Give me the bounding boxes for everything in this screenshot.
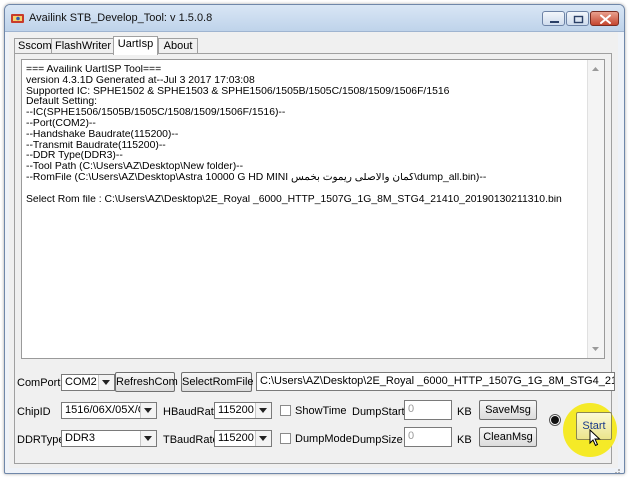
- dumpmode-label: DumpMode: [295, 433, 352, 445]
- chipid-dropdown[interactable]: [140, 403, 156, 418]
- tab-uartisp[interactable]: UartIsp: [113, 36, 158, 55]
- select-rom-button[interactable]: SelectRomFile: [181, 372, 254, 392]
- chevron-down-icon: [144, 436, 152, 441]
- ddrtype-dropdown[interactable]: [140, 431, 156, 446]
- ddrtype-label: DDRType: [17, 434, 65, 446]
- tab-flashwriter[interactable]: FlashWriter: [51, 38, 114, 54]
- log-line: --DDR Type(DDR3)--: [26, 151, 123, 162]
- mouse-pointer-icon: [589, 429, 601, 447]
- log-line: --IC(SPHE1506/1505B/1505C/1508/1509/1506…: [26, 108, 286, 119]
- log-line: --Port(COM2)--: [26, 118, 96, 129]
- chevron-down-icon: [259, 408, 267, 413]
- tbaud-select[interactable]: 115200: [214, 430, 272, 447]
- showtime-checkbox[interactable]: [280, 405, 291, 416]
- minimize-icon: [550, 21, 559, 23]
- comport-value: COM2: [65, 376, 97, 388]
- tab-sscom[interactable]: Sscom: [14, 38, 52, 54]
- log-line: Default Setting:: [26, 97, 98, 108]
- hbaud-label: HBaudRate: [163, 406, 220, 418]
- chipid-select[interactable]: 1516/06X/05X/C: [61, 402, 157, 419]
- scroll-up-icon[interactable]: [591, 66, 600, 72]
- title-bar[interactable]: Availink STB_Develop_Tool: v 1.5.0.8: [5, 5, 624, 32]
- ddrtype-value: DDR3: [65, 432, 95, 444]
- showtime-label: ShowTime: [295, 405, 347, 417]
- clean-msg-button[interactable]: CleanMsg: [479, 427, 537, 447]
- comport-dropdown[interactable]: [98, 375, 114, 390]
- close-button[interactable]: [590, 11, 619, 26]
- rom-path-field[interactable]: C:\Users\AZ\Desktop\2E_Royal _6000_HTTP_…: [256, 372, 615, 391]
- dumpmode-checkbox[interactable]: [280, 433, 291, 444]
- app-icon: [11, 14, 24, 23]
- log-textarea[interactable]: === Availink UartISP Tool=== version 4.3…: [21, 59, 605, 359]
- kb-label: KB: [457, 434, 472, 446]
- dumpsize-value: 0: [408, 430, 415, 442]
- dumpstart-field[interactable]: 0: [404, 400, 452, 420]
- chevron-down-icon: [102, 380, 110, 385]
- log-line: === Availink UartISP Tool===: [26, 65, 162, 75]
- chevron-down-icon: [259, 436, 267, 441]
- kb-label: KB: [457, 406, 472, 418]
- maximize-icon: [573, 15, 584, 24]
- ddrtype-select[interactable]: DDR3: [61, 430, 157, 447]
- comport-select[interactable]: COM2: [61, 374, 115, 391]
- maximize-button[interactable]: [566, 11, 589, 26]
- dumpsize-field[interactable]: 0: [404, 427, 452, 447]
- chevron-down-icon: [144, 408, 152, 413]
- log-line: --Tool Path (C:\Users\AZ\Desktop\New fol…: [26, 162, 244, 173]
- hbaud-value: 115200: [218, 404, 254, 416]
- log-lines: === Availink UartISP Tool=== version 4.3…: [26, 65, 586, 205]
- minimize-button[interactable]: [542, 11, 565, 26]
- comport-label: ComPort: [17, 377, 61, 389]
- log-line: Supported IC: SPHE1502 & SPHE1503 & SPHE…: [26, 86, 450, 97]
- rom-path-value: C:\Users\AZ\Desktop\2E_Royal _6000_HTTP_…: [260, 375, 615, 387]
- close-icon: [600, 14, 611, 24]
- log-scrollbar[interactable]: [587, 60, 604, 358]
- window-title: Availink STB_Develop_Tool: v 1.5.0.8: [29, 12, 213, 24]
- log-line: --Transmit Baudrate(115200)--: [26, 140, 166, 151]
- tbaud-dropdown[interactable]: [255, 431, 271, 446]
- log-line: --RomFile (C:\Users\AZ\Desktop\Astra 100…: [26, 172, 487, 183]
- resize-grip-icon[interactable]: [611, 465, 621, 474]
- tab-about[interactable]: About: [158, 38, 198, 54]
- log-line: --Handshake Baudrate(115200)--: [26, 129, 179, 140]
- save-msg-button[interactable]: SaveMsg: [479, 400, 537, 420]
- dumpsize-label: DumpSize: [352, 434, 403, 446]
- app-window: Availink STB_Develop_Tool: v 1.5.0.8 Ssc…: [4, 4, 625, 474]
- log-line: version 4.3.1D Generated at--Jul 3 2017 …: [26, 75, 255, 86]
- log-line: Select Rom file : C:\Users\AZ\Desktop\2E…: [26, 194, 562, 205]
- refresh-com-button[interactable]: RefreshCom: [115, 372, 178, 392]
- tbaud-value: 115200: [218, 432, 254, 444]
- chipid-value: 1516/06X/05X/C: [65, 404, 146, 416]
- hbaud-dropdown[interactable]: [255, 403, 271, 418]
- tbaud-label: TBaudRate: [163, 434, 219, 446]
- hbaud-select[interactable]: 115200: [214, 402, 272, 419]
- dumpstart-value: 0: [408, 403, 415, 415]
- radio-dot: [551, 416, 559, 424]
- dumpstart-label: DumpStart: [352, 406, 405, 418]
- status-radio[interactable]: [549, 414, 561, 426]
- chipid-label: ChipID: [17, 406, 51, 418]
- scroll-down-icon[interactable]: [591, 346, 600, 352]
